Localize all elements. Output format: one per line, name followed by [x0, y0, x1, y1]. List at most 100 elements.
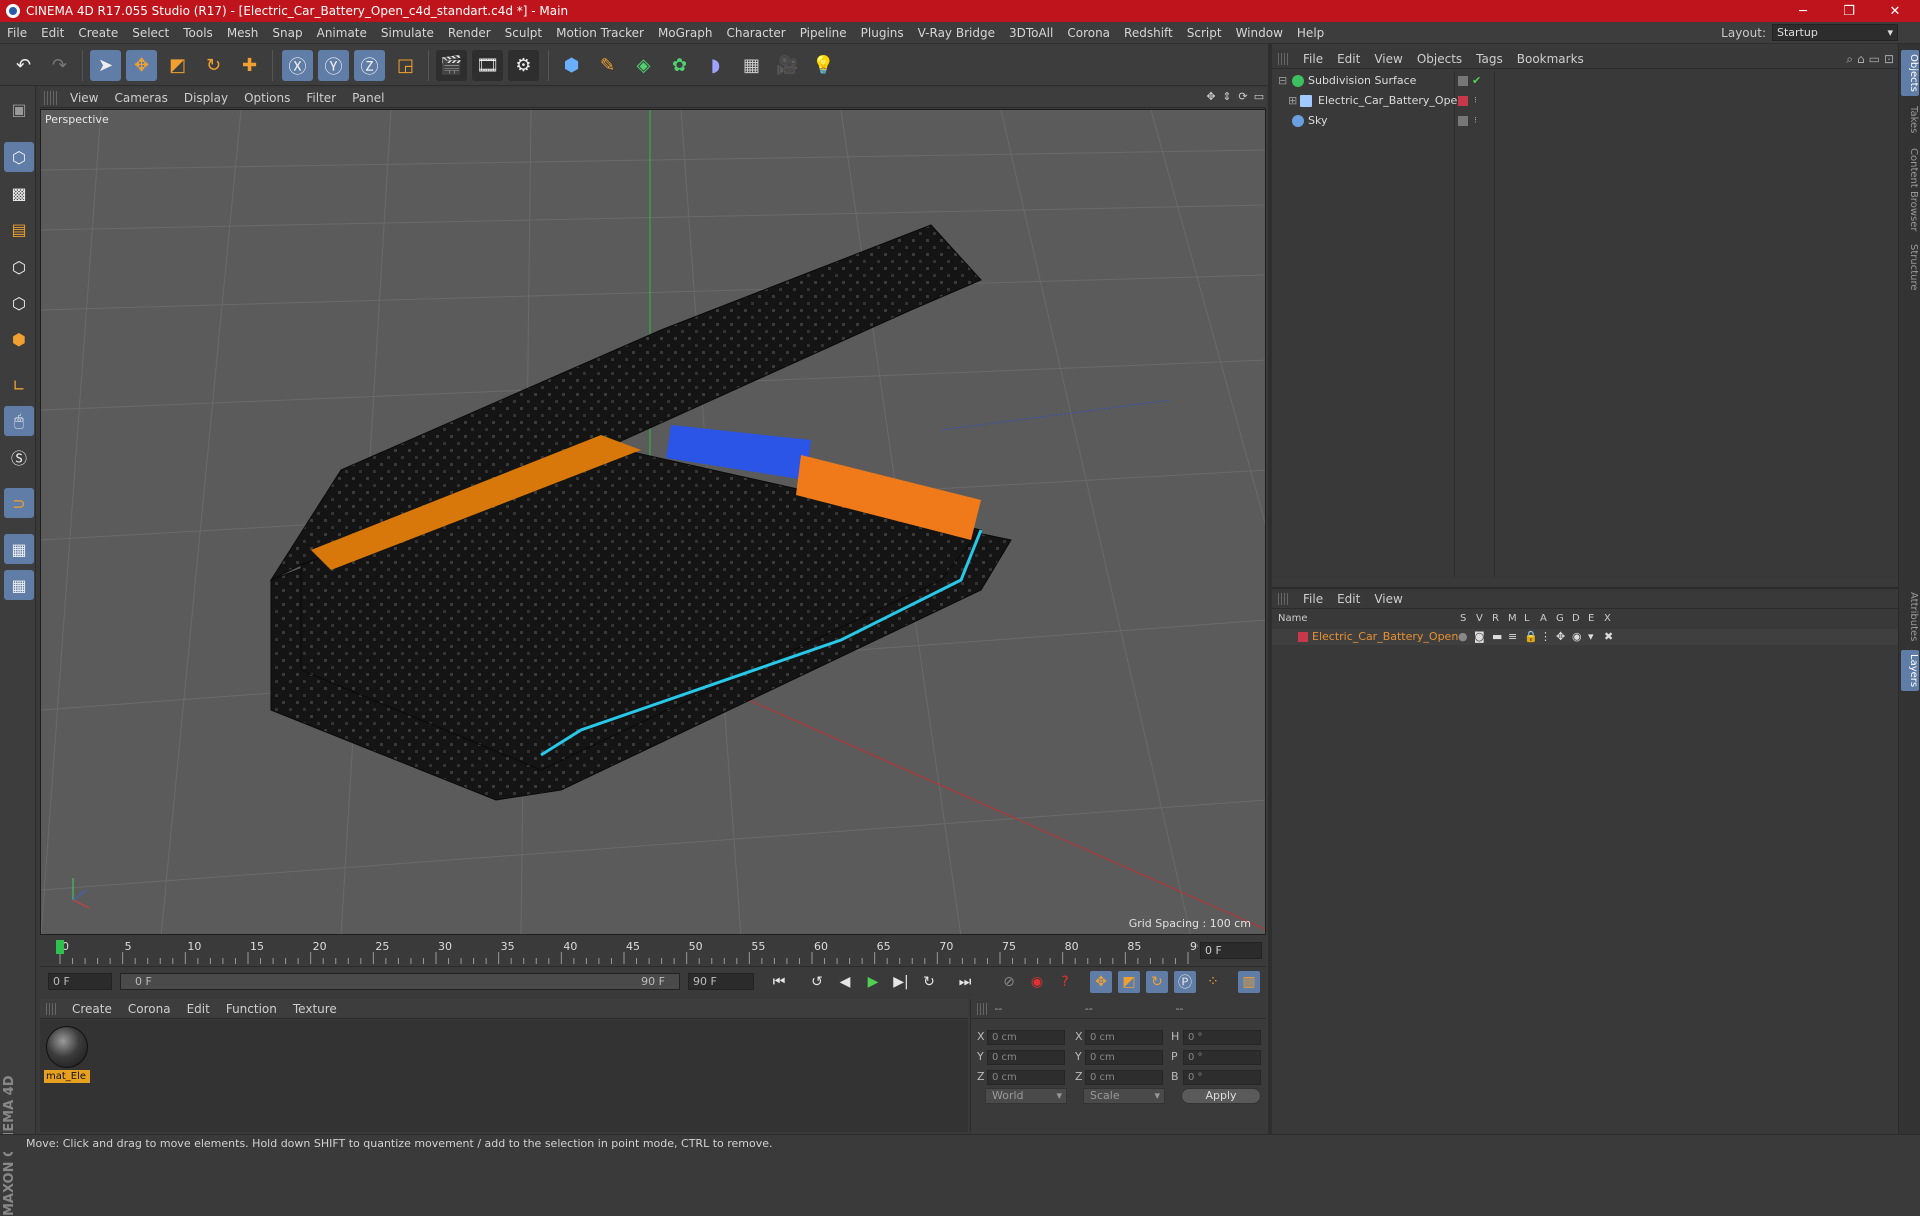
menu-window[interactable]: Window — [1229, 26, 1290, 40]
subdivision-surface-icon[interactable]: ◈ — [628, 50, 659, 81]
menu-3dtoall[interactable]: 3DToAll — [1002, 26, 1060, 40]
perspective-viewport[interactable]: Perspective Grid Spacing : 100 cm — [40, 109, 1266, 935]
menu-file[interactable]: File — [0, 26, 34, 40]
menu-vray-bridge[interactable]: V-Ray Bridge — [911, 26, 1002, 40]
expression-toggle-icon[interactable]: ▾ — [1588, 629, 1594, 645]
polygons-mode-icon[interactable]: ⬢ — [4, 324, 34, 354]
material-menu-edit[interactable]: Edit — [179, 1002, 218, 1016]
render-view-icon[interactable]: 🎬 — [436, 50, 467, 81]
menu-create[interactable]: Create — [71, 26, 125, 40]
layer-menu-view[interactable]: View — [1367, 592, 1409, 606]
keyframe-selection-icon[interactable]: ? — [1054, 971, 1076, 993]
axis-mode-icon[interactable]: ∟ — [4, 370, 34, 400]
lock-toggle-icon[interactable]: 🔒 — [1524, 629, 1538, 645]
menu-mograph[interactable]: MoGraph — [651, 26, 720, 40]
key-position-icon[interactable]: ✥ — [1090, 971, 1112, 993]
make-editable-icon[interactable]: ▣ — [4, 94, 34, 124]
tab-content-browser[interactable]: Content Browser — [1901, 144, 1919, 235]
size-x-field[interactable]: 0 cm — [1085, 1030, 1163, 1045]
object-row-subdivision-surface[interactable]: ⊟ Subdivision Surface ✔ — [1272, 71, 1898, 91]
live-selection-icon[interactable]: ✚ — [234, 50, 265, 81]
viewport-menu-cameras[interactable]: Cameras — [106, 91, 175, 105]
floor-grid-icon[interactable]: ▦ — [736, 50, 767, 81]
rotation-p-field[interactable]: 0 ° — [1183, 1050, 1261, 1065]
viewport-maximize-icon[interactable]: ▭ — [1252, 90, 1266, 104]
tab-layers[interactable]: Layers — [1901, 650, 1919, 692]
layer-tag-icon[interactable] — [1458, 116, 1468, 126]
layer-menu-edit[interactable]: Edit — [1330, 592, 1367, 606]
layout-dropdown[interactable]: Startup — [1772, 24, 1898, 41]
scale-tool-icon[interactable]: ◩ — [162, 50, 193, 81]
layer-row[interactable]: Electric_Car_Battery_Open ● ◙ ▬ ≡ 🔒 ⋮ ✥ … — [1272, 629, 1898, 645]
tab-takes[interactable]: Takes — [1901, 102, 1919, 137]
menu-help[interactable]: Help — [1290, 26, 1331, 40]
tab-structure[interactable]: Structure — [1901, 240, 1919, 295]
key-parameter-icon[interactable]: Ⓟ — [1174, 971, 1196, 993]
manager-toggle-icon[interactable]: ≡ — [1508, 629, 1517, 645]
new-window-icon[interactable]: ⊡ — [1884, 52, 1894, 67]
viewport-rotate-icon[interactable]: ⟳ — [1236, 90, 1250, 104]
size-mode-dropdown[interactable]: Scale — [1083, 1088, 1165, 1104]
rotate-tool-icon[interactable]: ↻ — [198, 50, 229, 81]
play-icon[interactable]: ▶ — [862, 971, 884, 993]
move-tool-icon[interactable]: ✥ — [126, 50, 157, 81]
z-axis-lock-icon[interactable]: Ⓩ — [354, 50, 385, 81]
frame-range-slider[interactable]: 0 F 90 F — [120, 973, 680, 990]
maximize-button[interactable]: ❐ — [1826, 0, 1872, 22]
timeline-ruler[interactable]: 051015202530354045505560657075808590 0 F — [40, 938, 1266, 966]
size-y-field[interactable]: 0 cm — [1085, 1050, 1163, 1065]
menu-motion-tracker[interactable]: Motion Tracker — [549, 26, 651, 40]
render-picture-viewer-icon[interactable]: 🎞 — [472, 50, 503, 81]
deformer-icon[interactable]: ◗ — [700, 50, 731, 81]
menu-script[interactable]: Script — [1180, 26, 1229, 40]
menu-corona[interactable]: Corona — [1060, 26, 1117, 40]
search-icon[interactable]: ⌕ — [1846, 52, 1853, 67]
collapse-icon[interactable]: ▭ — [1869, 52, 1880, 67]
render-settings-icon[interactable]: ⚙ — [508, 50, 539, 81]
coordinate-system-icon[interactable]: ◲ — [390, 50, 421, 81]
menu-animate[interactable]: Animate — [310, 26, 374, 40]
visibility-dots-icon[interactable]: ⁝ — [1474, 111, 1477, 131]
redo-icon[interactable]: ↷ — [44, 50, 75, 81]
menu-snap[interactable]: Snap — [265, 26, 309, 40]
cube-primitive-icon[interactable]: ⬢ — [556, 50, 587, 81]
visibility-dots-icon[interactable]: ⁝ — [1474, 91, 1477, 111]
undo-icon[interactable]: ↶ — [8, 50, 39, 81]
previous-frame-icon[interactable]: ◀ — [834, 971, 856, 993]
points-mode-icon[interactable]: ⬡ — [4, 252, 34, 282]
rotation-b-field[interactable]: 0 ° — [1183, 1070, 1261, 1085]
snap-magnet-icon[interactable]: ⊃ — [4, 488, 34, 518]
viewport-menu-filter[interactable]: Filter — [298, 91, 344, 105]
current-frame-field[interactable]: 0 F — [1200, 942, 1262, 959]
layer-color-swatch[interactable] — [1298, 632, 1308, 642]
enabled-check-icon[interactable]: ✔ — [1472, 71, 1481, 91]
viewport-zoom-icon[interactable]: ⇕ — [1220, 90, 1234, 104]
material-item[interactable]: mat_Ele — [42, 1022, 92, 1086]
timeline-window-icon[interactable]: ▥ — [1238, 971, 1260, 993]
key-rotation-icon[interactable]: ↻ — [1146, 971, 1168, 993]
home-icon[interactable]: ⌂ — [1857, 52, 1865, 67]
key-scale-icon[interactable]: ◩ — [1118, 971, 1140, 993]
x-axis-lock-icon[interactable]: Ⓧ — [282, 50, 313, 81]
menu-redshift[interactable]: Redshift — [1117, 26, 1180, 40]
viewport-move-icon[interactable]: ✥ — [1204, 90, 1218, 104]
tweak-mode-icon[interactable]: 🖱 — [4, 406, 34, 436]
menu-sculpt[interactable]: Sculpt — [498, 26, 549, 40]
material-menu-texture[interactable]: Texture — [285, 1002, 345, 1016]
menu-tools[interactable]: Tools — [176, 26, 220, 40]
close-button[interactable]: ✕ — [1872, 0, 1918, 22]
light-bulb-icon[interactable]: 💡 — [808, 50, 839, 81]
viewport-menu-panel[interactable]: Panel — [344, 91, 392, 105]
xref-toggle-icon[interactable]: ✖ — [1604, 629, 1613, 645]
layer-menu-file[interactable]: File — [1296, 592, 1330, 606]
layer-color-swatch[interactable] — [1458, 96, 1468, 106]
select-arrow-icon[interactable]: ➤ — [90, 50, 121, 81]
generator-toggle-icon[interactable]: ✥ — [1556, 629, 1565, 645]
solo-toggle-icon[interactable]: ● — [1458, 629, 1468, 645]
render-toggle-icon[interactable]: ▬ — [1492, 629, 1502, 645]
object-menu-bookmarks[interactable]: Bookmarks — [1510, 52, 1591, 66]
expand-plus-icon[interactable]: ⊞ — [1288, 91, 1297, 111]
go-to-start-icon[interactable]: ⏮ — [768, 971, 790, 993]
rotation-h-field[interactable]: 0 ° — [1183, 1030, 1261, 1045]
menu-render[interactable]: Render — [441, 26, 498, 40]
